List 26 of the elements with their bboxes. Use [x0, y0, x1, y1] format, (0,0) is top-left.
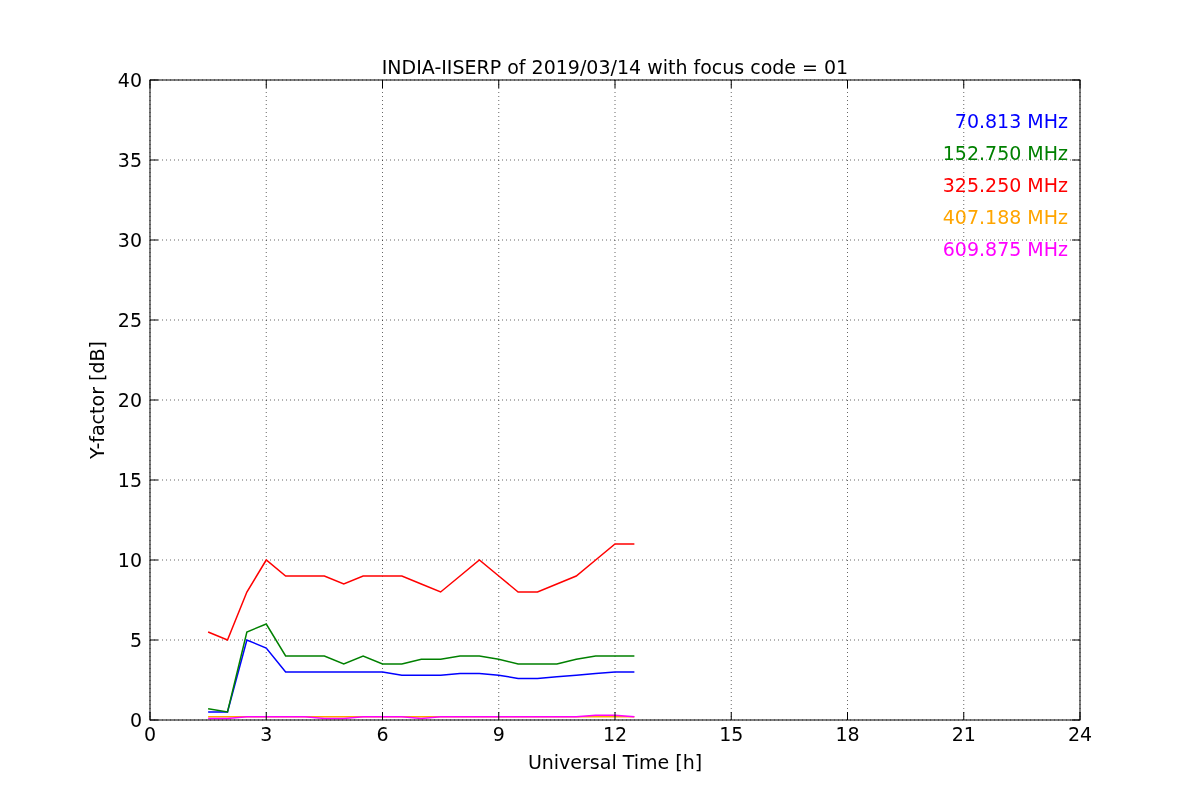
legend-label: 325.250 MHz: [942, 174, 1068, 196]
x-tick-label: 24: [1067, 723, 1093, 745]
legend-label: 70.813 MHz: [954, 110, 1068, 132]
legend-label: 152.750 MHz: [942, 142, 1068, 164]
y-tick-label: 15: [117, 469, 142, 491]
x-tick-label: 21: [951, 723, 976, 745]
y-tick-label: 30: [117, 229, 142, 251]
x-tick-label: 0: [143, 723, 157, 745]
x-tick-label: 18: [835, 723, 860, 745]
x-tick-label: 9: [492, 723, 505, 745]
x-tick-label: 12: [602, 723, 628, 745]
y-tick-label: 20: [117, 389, 142, 411]
y-tick-label: 25: [117, 309, 142, 331]
legend-label: 609.875 MHz: [942, 238, 1068, 260]
y-tick-label: 0: [129, 709, 142, 731]
chart-title: INDIA-IISERP of 2019/03/14 with focus code = 01: [381, 56, 849, 78]
x-tick-label: 3: [260, 723, 273, 745]
x-tick-label: 6: [376, 723, 389, 745]
y-tick-label: 10: [117, 549, 142, 571]
y-tick-label: 5: [129, 629, 142, 651]
y-axis-label: Y-factor [dB]: [86, 341, 108, 459]
legend-label: 407.188 MHz: [942, 206, 1068, 228]
y-tick-label: 35: [117, 149, 142, 171]
x-axis-label: Universal Time [h]: [527, 751, 703, 773]
y-tick-label: 40: [117, 69, 142, 91]
x-tick-label: 15: [719, 723, 744, 745]
